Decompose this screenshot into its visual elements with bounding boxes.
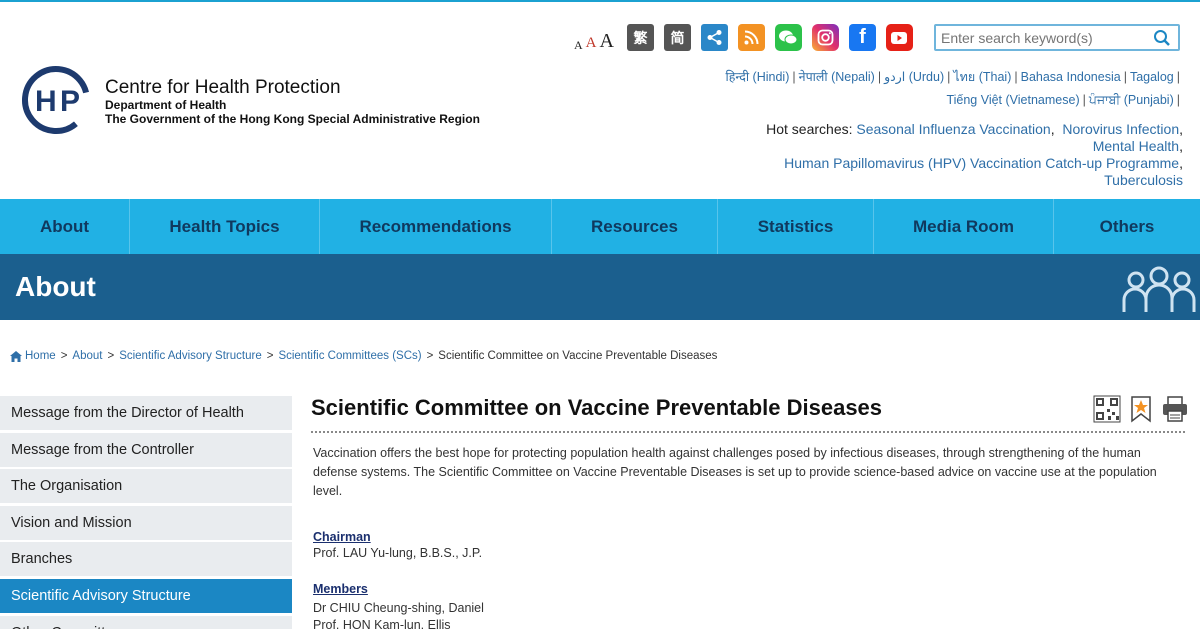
title-divider [311,431,1185,433]
lang-urdu[interactable]: اردو (Urdu) [884,70,944,84]
traditional-chinese-button[interactable]: 繁 [626,24,654,51]
search-input[interactable] [936,26,1150,49]
nav-about[interactable]: About [0,199,130,254]
facebook-icon[interactable]: f [848,24,876,51]
hot-search-link[interactable]: Seasonal Influenza Vaccination [856,121,1050,137]
main-nav: About Health Topics Recommendations Reso… [0,199,1200,254]
lang-thai[interactable]: ไทย (Thai) [953,70,1011,84]
hot-search-link[interactable]: Human Papillomavirus (HPV) Vaccination C… [784,155,1179,171]
committee-intro: Vaccination offers the best hope for pro… [313,446,1157,498]
font-size-medium[interactable]: A [586,35,597,51]
sidebar-menu: Message from the Director of Health Mess… [0,396,292,629]
instagram-icon[interactable] [811,24,839,51]
government-name: The Government of the Hong Kong Special … [105,112,480,126]
banner-title: About [15,271,96,302]
search-box [934,24,1180,51]
member-name: Prof. HON Kam-lun, Ellis [313,618,451,629]
sidebar-item-organisation[interactable]: The Organisation [0,469,292,504]
lang-hindi[interactable]: हिन्दी (Hindi) [725,70,789,84]
chairman-heading: Chairman [313,530,371,544]
wechat-icon[interactable] [774,24,802,51]
share-icon[interactable] [700,24,728,51]
hot-search-link[interactable]: Norovirus Infection [1062,121,1179,137]
svg-text:P: P [60,85,80,118]
member-name: Dr CHIU Cheung-shing, Daniel [313,601,484,615]
hot-searches: Hot searches: Seasonal Influenza Vaccina… [766,121,1183,188]
lang-punjabi[interactable]: ਪੰਜਾਬੀ (Punjabi) [1089,93,1174,107]
nav-media-room[interactable]: Media Room [874,199,1054,254]
hot-search-link[interactable]: Tuberculosis [1104,172,1183,188]
nav-recommendations[interactable]: Recommendations [320,199,552,254]
language-line-1: हिन्दी (Hindi) | नेपाली (Nepali) | اردو (Urd… [725,70,1180,84]
people-icon [1122,266,1196,312]
department-name: Department of Health [105,98,227,112]
hot-search-link[interactable]: Mental Health [1093,138,1179,154]
top-toolbar: A A A 繁 简 f [574,24,923,51]
nav-resources[interactable]: Resources [552,199,718,254]
home-icon[interactable] [10,350,22,362]
page-title: Scientific Committee on Vaccine Preventa… [311,395,883,420]
breadcrumb-home[interactable]: Home [25,350,56,362]
search-icon[interactable] [1150,27,1174,49]
sidebar-item-controller-message[interactable]: Message from the Controller [0,432,292,467]
print-icon[interactable] [1160,394,1190,424]
top-accent-line [0,0,1200,2]
youtube-icon[interactable] [885,24,913,51]
svg-text:H: H [35,85,57,118]
font-size-small[interactable]: A [574,39,583,51]
bookmark-icon[interactable] [1126,394,1156,424]
font-size-large[interactable]: A [600,31,614,51]
qr-code-icon[interactable] [1092,394,1122,424]
nav-statistics[interactable]: Statistics [718,199,874,254]
language-links: हिन्दी (Hindi) | नेपाली (Nepali) | اردو (Urd… [663,66,1183,112]
font-size-selector: A A A [574,25,617,51]
main-content: Scientific Committee on Vaccine Preventa… [311,394,1187,422]
simplified-chinese-button[interactable]: 简 [663,24,691,51]
chp-logo[interactable]: H P [20,64,92,136]
breadcrumb-committees[interactable]: Scientific Committees (SCs) [278,350,421,362]
lang-nepali[interactable]: नेपाली (Nepali) [799,70,875,84]
lang-vietnamese[interactable]: Tiếng Việt (Vietnamese) [946,93,1079,107]
sidebar-item-other-committees[interactable]: Other Committees [0,615,292,629]
rss-icon[interactable] [737,24,765,51]
chairman-name: Prof. LAU Yu-lung, B.B.S., J.P. [313,546,483,560]
breadcrumb-about[interactable]: About [72,350,102,362]
org-name: Centre for Health Protection [105,77,341,98]
hot-searches-label: Hot searches: [766,121,853,137]
members-heading: Members [313,582,368,596]
sidebar-item-director-message[interactable]: Message from the Director of Health [0,396,292,430]
org-title: Centre for Health Protection Department … [105,77,480,127]
page-tools [1088,394,1190,424]
language-line-2: Tiếng Việt (Vietnamese) | ਪੰਜਾਬੀ (Punjabi)… [946,93,1180,107]
sidebar-item-vision-mission[interactable]: Vision and Mission [0,505,292,540]
breadcrumb: Home > About > Scientific Advisory Structu… [10,350,717,362]
breadcrumb-advisory[interactable]: Scientific Advisory Structure [119,350,262,362]
nav-health-topics[interactable]: Health Topics [130,199,320,254]
lang-tagalog[interactable]: Tagalog [1130,70,1174,84]
sidebar-item-branches[interactable]: Branches [0,542,292,577]
section-banner: About [0,254,1200,320]
sidebar-item-advisory-structure[interactable]: Scientific Advisory Structure [0,578,292,613]
lang-bahasa[interactable]: Bahasa Indonesia [1021,70,1121,84]
nav-others[interactable]: Others [1054,199,1200,254]
breadcrumb-current: Scientific Committee on Vaccine Preventa… [438,350,718,362]
